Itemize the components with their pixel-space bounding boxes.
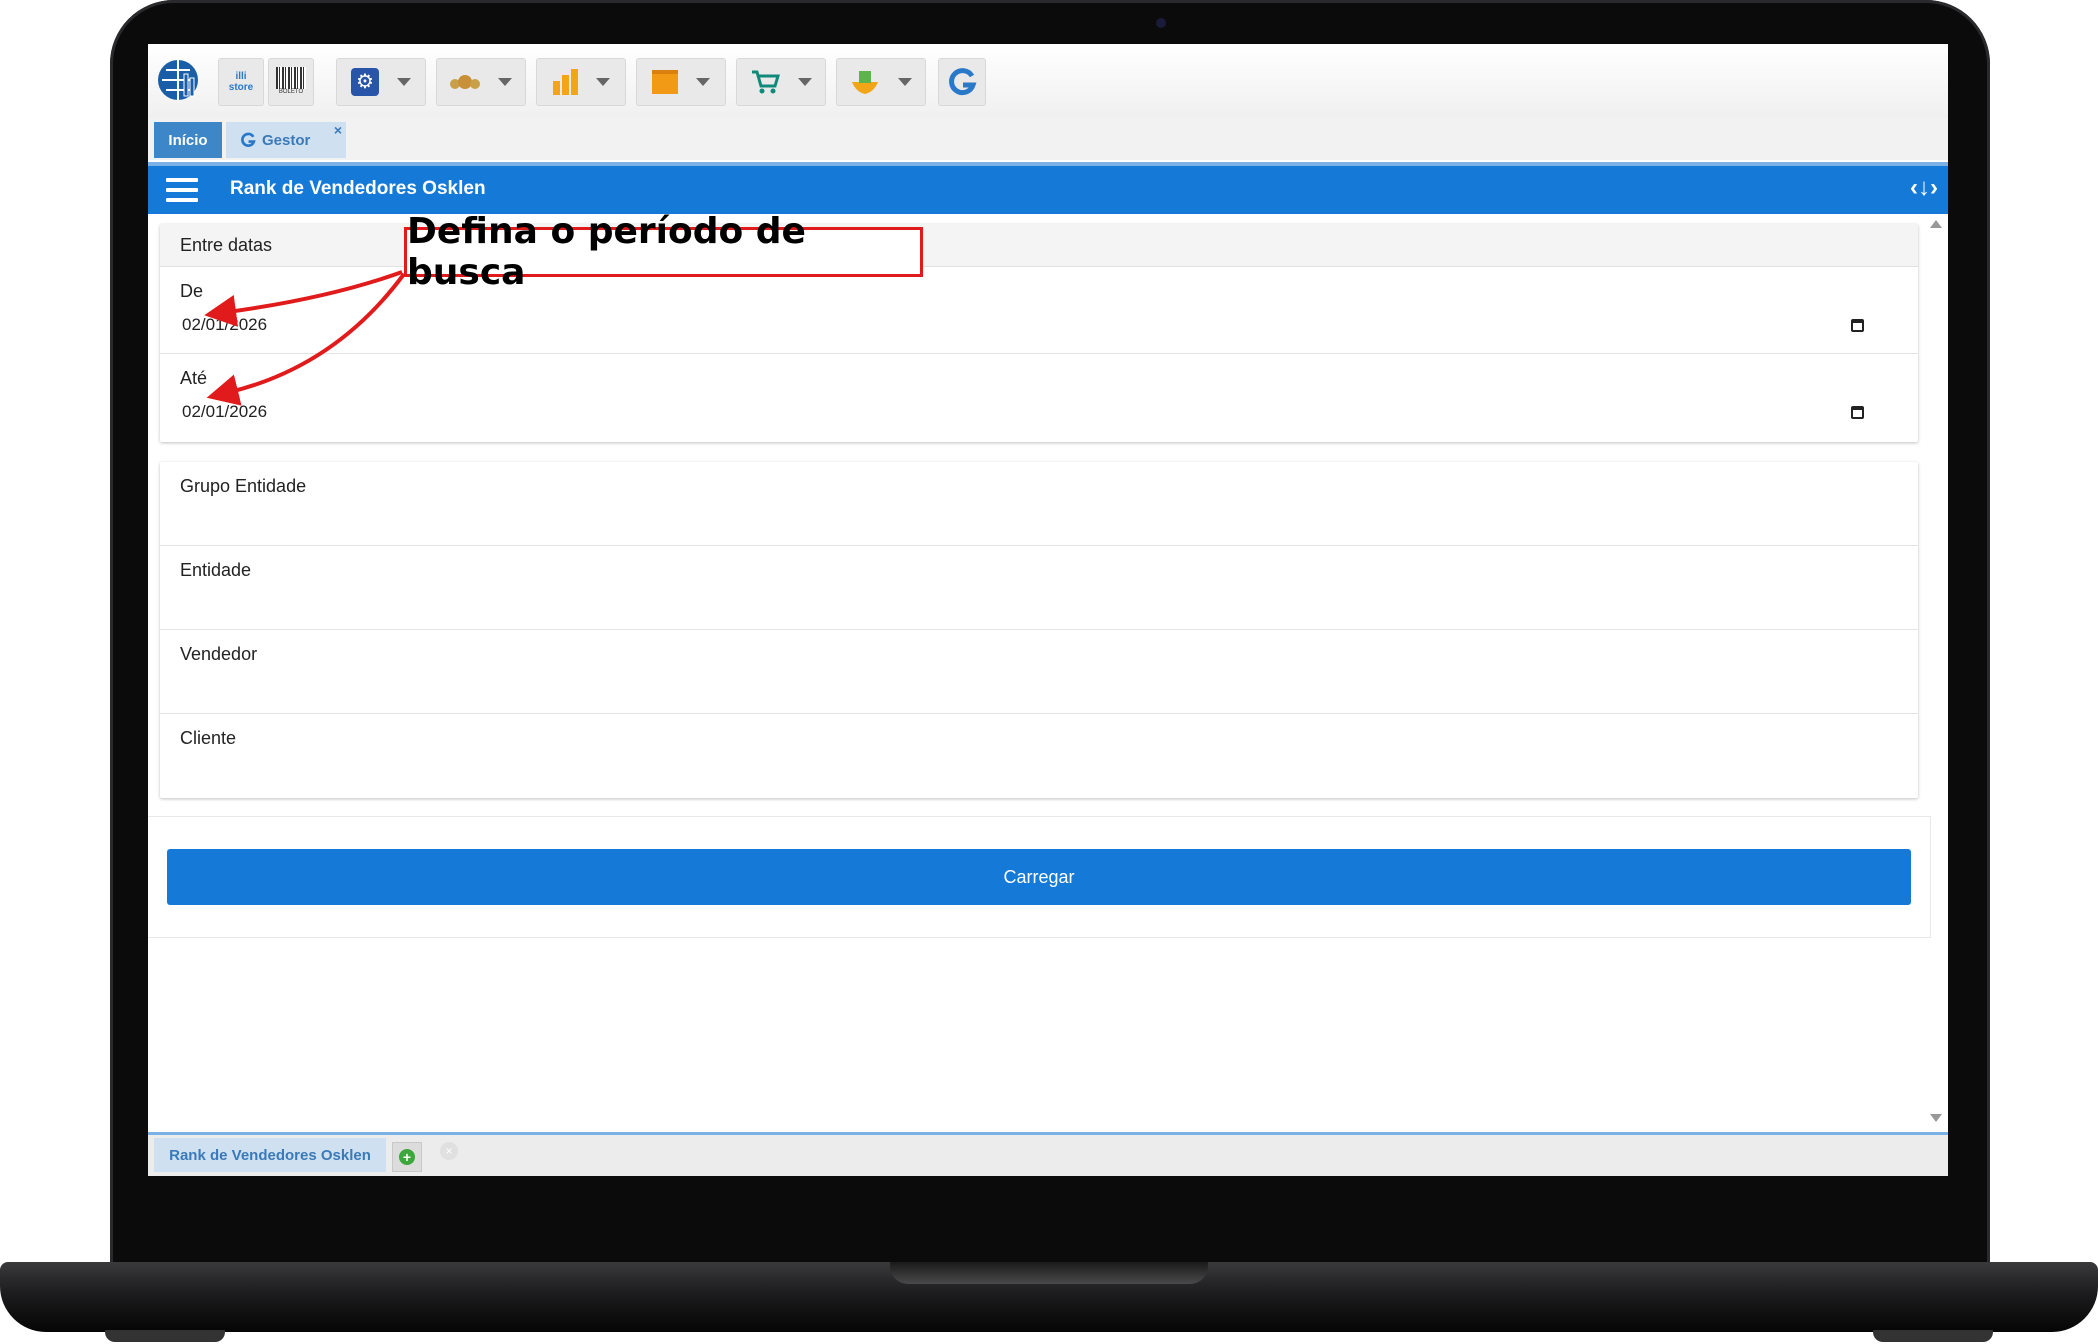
code-toggle-icon[interactable]: ‹↓› bbox=[1910, 174, 1938, 202]
bottom-tab-rank[interactable]: Rank de Vendedores Osklen bbox=[154, 1138, 386, 1172]
from-date-label: De bbox=[180, 281, 204, 301]
laptop-foot-left bbox=[105, 1330, 225, 1342]
cart-menu-button[interactable] bbox=[736, 58, 826, 106]
shopping-cart-icon bbox=[752, 70, 780, 94]
settings-menu-button[interactable]: ⚙ bbox=[336, 58, 426, 106]
tab-gestor-label: Gestor bbox=[262, 131, 311, 149]
tab-gestor[interactable]: Gestor × bbox=[226, 122, 346, 158]
grupo-entidade-field[interactable]: Grupo Entidade bbox=[160, 462, 1918, 546]
from-date-input[interactable]: 02/01/2026 bbox=[182, 315, 267, 335]
cliente-field[interactable]: Cliente bbox=[160, 714, 1918, 798]
gear-icon: ⚙ bbox=[351, 68, 379, 96]
bar-chart-icon bbox=[552, 69, 578, 95]
bottom-tab-bar: Rank de Vendedores Osklen + × bbox=[148, 1132, 1948, 1176]
page-title: Rank de Vendedores Osklen bbox=[230, 178, 486, 199]
main-content: Entre datas De 02/01/2026 Até 02/01/2026… bbox=[148, 214, 1931, 1128]
calendar-icon[interactable] bbox=[1851, 406, 1864, 419]
tab-inicio[interactable]: Início bbox=[154, 122, 222, 158]
calendar-icon[interactable] bbox=[1851, 319, 1864, 332]
hamburger-menu-icon[interactable] bbox=[166, 178, 198, 202]
box-menu-button[interactable] bbox=[636, 58, 726, 106]
chevron-down-icon bbox=[595, 78, 610, 86]
chevron-down-icon bbox=[898, 78, 912, 86]
plus-circle-icon: + bbox=[399, 1149, 415, 1165]
charts-menu-button[interactable] bbox=[536, 58, 626, 106]
filters-card: Grupo Entidade Entidade Vendedor Cliente bbox=[160, 462, 1918, 798]
laptop-foot-right bbox=[1873, 1330, 1993, 1342]
g-refresh-logo-icon bbox=[949, 68, 977, 96]
users-group-icon bbox=[450, 75, 480, 89]
annotation-callout: Defina o período de busca bbox=[404, 211, 923, 293]
boleto-button[interactable]: BOLETO bbox=[268, 58, 314, 106]
box-icon bbox=[652, 70, 678, 94]
camera-dot bbox=[1156, 18, 1166, 28]
g-logo-icon bbox=[241, 132, 256, 147]
to-date-field[interactable]: Até 02/01/2026 bbox=[160, 354, 1918, 441]
gestor-g-button[interactable] bbox=[938, 58, 986, 106]
top-toolbar: illi store BOLETO ⚙ bbox=[148, 44, 1948, 118]
chevron-down-icon bbox=[798, 78, 812, 86]
barcode-icon: BOLETO bbox=[275, 67, 307, 97]
entidade-field[interactable]: Entidade bbox=[160, 546, 1918, 630]
cliente-label: Cliente bbox=[180, 728, 237, 748]
scroll-down-arrow-icon[interactable] bbox=[1930, 1114, 1942, 1122]
page-header: Rank de Vendedores Osklen ‹↓› bbox=[148, 162, 1948, 214]
illi-store-icon: illi store bbox=[228, 71, 254, 93]
grupo-entidade-label: Grupo Entidade bbox=[180, 476, 307, 496]
to-date-label: Até bbox=[180, 368, 208, 388]
top-tab-bar: Início Gestor × bbox=[148, 118, 1948, 160]
vendedor-label: Vendedor bbox=[180, 644, 258, 664]
users-menu-button[interactable] bbox=[436, 58, 526, 106]
add-tab-button[interactable]: + bbox=[392, 1142, 422, 1172]
hands-box-icon bbox=[852, 71, 878, 94]
to-date-input[interactable]: 02/01/2026 bbox=[182, 402, 267, 422]
chevron-down-icon bbox=[498, 78, 512, 86]
close-circle-icon[interactable]: × bbox=[440, 1142, 458, 1160]
carregar-button[interactable]: Carregar bbox=[167, 849, 1911, 905]
entidade-label: Entidade bbox=[180, 560, 252, 580]
scroll-up-arrow-icon[interactable] bbox=[1930, 220, 1942, 228]
actions-area: Carregar bbox=[148, 816, 1931, 938]
vendedor-field[interactable]: Vendedor bbox=[160, 630, 1918, 714]
chevron-down-icon bbox=[397, 78, 411, 86]
products-menu-button[interactable] bbox=[836, 58, 926, 106]
laptop-notch bbox=[890, 1262, 1208, 1284]
close-icon[interactable]: × bbox=[334, 122, 342, 138]
chevron-down-icon bbox=[696, 78, 710, 86]
illi-store-button[interactable]: illi store bbox=[218, 58, 264, 106]
illi-globe-logo-icon[interactable] bbox=[154, 56, 202, 104]
